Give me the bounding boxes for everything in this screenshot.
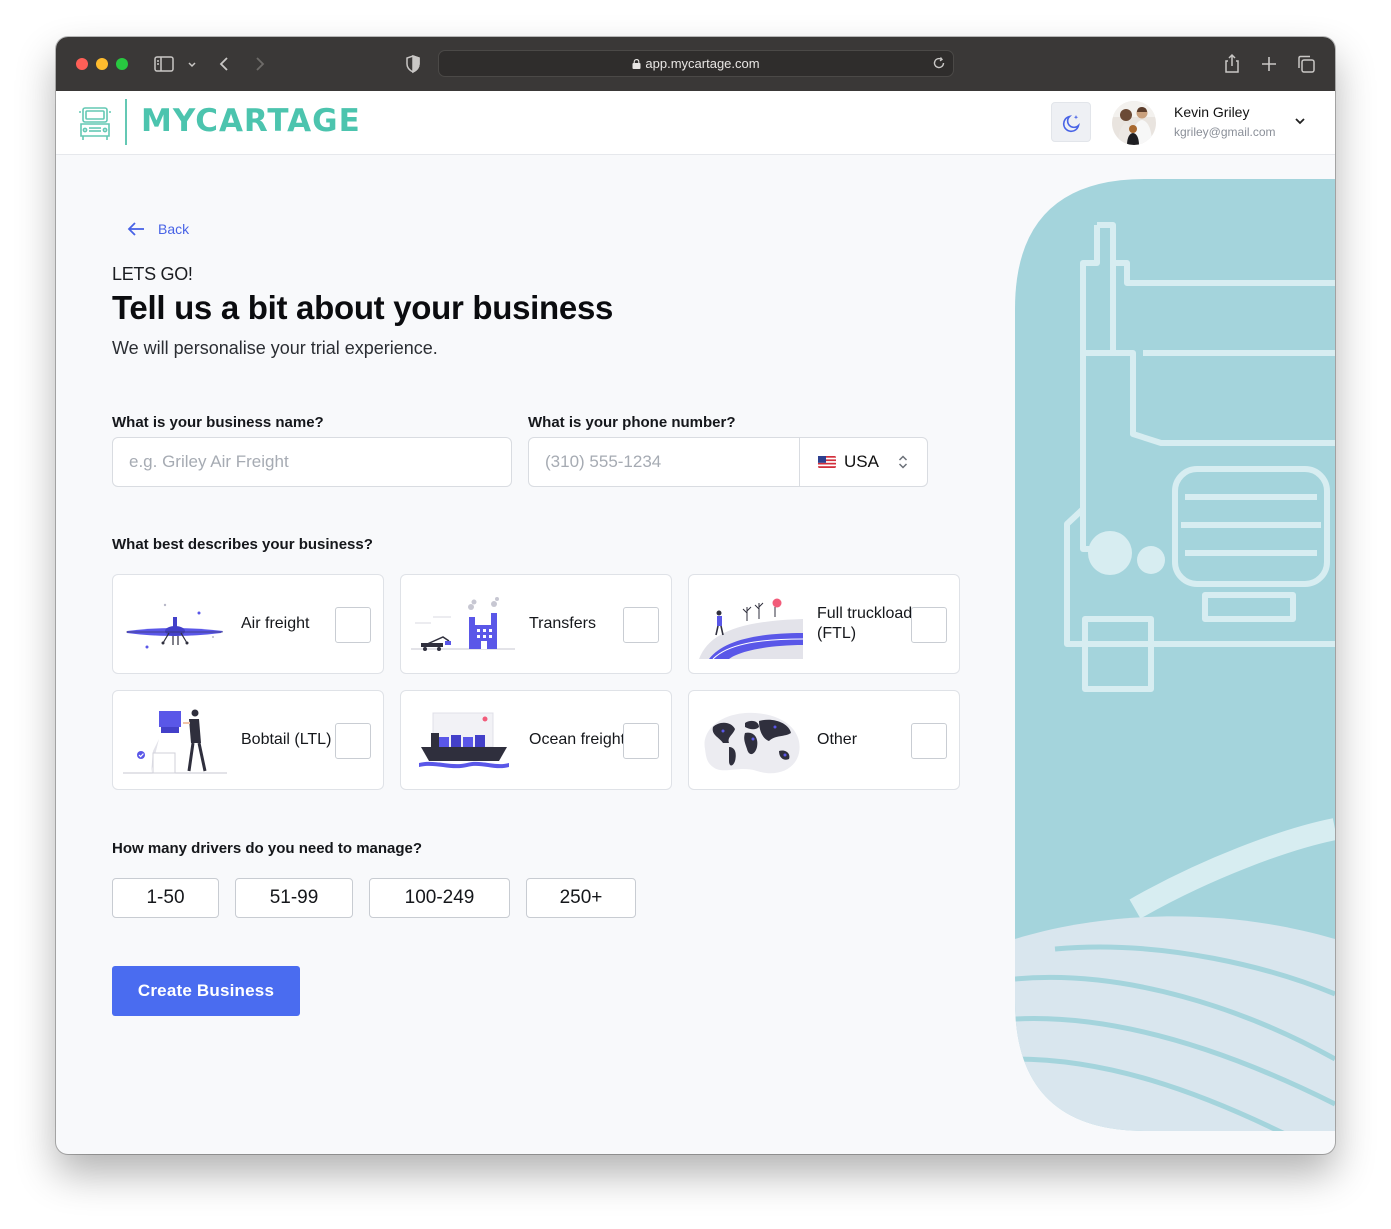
url-text: app.mycartage.com bbox=[645, 56, 760, 71]
country-value: USA bbox=[844, 452, 879, 471]
business-type-label-text: Air freight bbox=[241, 615, 310, 632]
close-window-button[interactable] bbox=[76, 58, 88, 70]
user-name: Kevin Griley bbox=[1174, 104, 1250, 120]
business-type-checkbox[interactable] bbox=[335, 723, 371, 759]
app-header: MYCARTAGE Kevin Griley kgriley@gmail.com bbox=[56, 91, 1335, 155]
logo-divider bbox=[125, 99, 127, 145]
phone-input[interactable] bbox=[529, 437, 799, 487]
driver-option-51-99[interactable]: 51-99 bbox=[235, 878, 353, 918]
page-title: Tell us a bit about your business bbox=[112, 289, 614, 326]
minimize-window-button[interactable] bbox=[96, 58, 108, 70]
business-type-card-ocean-freight[interactable]: Ocean freight bbox=[400, 690, 672, 790]
moon-icon bbox=[1062, 115, 1080, 133]
zoom-window-button[interactable] bbox=[116, 58, 128, 70]
us-flag-icon bbox=[818, 456, 836, 468]
chevron-down-icon[interactable] bbox=[180, 52, 196, 76]
tab-overview-icon[interactable] bbox=[1294, 52, 1318, 76]
truck-hero-illustration bbox=[1015, 179, 1335, 1131]
brand-logo-text[interactable]: MYCARTAGE bbox=[141, 103, 361, 139]
business-type-label-text: Other bbox=[817, 731, 858, 748]
business-type-card-bobtail[interactable]: Bobtail (LTL) bbox=[112, 690, 384, 790]
share-icon[interactable] bbox=[1220, 52, 1244, 76]
business-type-label: What best describes your business? bbox=[112, 536, 373, 553]
business-type-card-transfers[interactable]: Transfers bbox=[400, 574, 672, 674]
business-type-label-text: Transfers bbox=[529, 615, 596, 632]
chevron-down-icon[interactable] bbox=[1292, 113, 1308, 129]
delivery-person-illustration-icon bbox=[123, 709, 227, 774]
drivers-label: How many drivers do you need to manage? bbox=[112, 840, 423, 857]
road-illustration-icon bbox=[699, 598, 803, 659]
phone-label: What is your phone number? bbox=[528, 414, 736, 431]
onboarding-content: Back LETS GO! Tell us a bit about your b… bbox=[56, 155, 1335, 1154]
forward-arrow-icon[interactable] bbox=[248, 52, 272, 76]
reload-icon[interactable] bbox=[931, 55, 947, 71]
phone-field-group: USA bbox=[528, 437, 928, 487]
select-arrows-icon bbox=[898, 455, 908, 469]
truck-logo-icon bbox=[79, 107, 111, 140]
new-tab-icon[interactable] bbox=[1257, 52, 1281, 76]
business-name-input[interactable] bbox=[112, 437, 512, 487]
business-type-card-air-freight[interactable]: Air freight bbox=[112, 574, 384, 674]
country-select[interactable]: USA bbox=[799, 438, 927, 486]
driver-option-1-50[interactable]: 1-50 bbox=[112, 878, 219, 918]
business-type-checkbox[interactable] bbox=[623, 723, 659, 759]
sidebar-toggle-icon[interactable] bbox=[152, 52, 176, 76]
lock-icon bbox=[632, 59, 641, 69]
shield-icon[interactable] bbox=[401, 52, 425, 76]
business-type-checkbox[interactable] bbox=[335, 607, 371, 643]
world-map-illustration-icon bbox=[704, 712, 800, 774]
browser-window: app.mycartage.com MYCARTAGE Kevin Griley… bbox=[56, 37, 1335, 1154]
driver-option-250-plus[interactable]: 250+ bbox=[526, 878, 636, 918]
browser-toolbar: app.mycartage.com bbox=[56, 37, 1335, 91]
page-subtitle: We will personalise your trial experienc… bbox=[112, 338, 438, 358]
business-type-checkbox[interactable] bbox=[911, 607, 947, 643]
business-type-checkbox[interactable] bbox=[911, 723, 947, 759]
url-display: app.mycartage.com bbox=[439, 56, 953, 71]
business-type-label-text: Bobtail (LTL) bbox=[241, 731, 332, 748]
business-type-checkbox[interactable] bbox=[623, 607, 659, 643]
factory-illustration-icon bbox=[411, 597, 515, 651]
business-type-label-text: Ocean freight bbox=[529, 731, 626, 748]
user-email: kgriley@gmail.com bbox=[1174, 125, 1276, 139]
business-type-card-other[interactable]: Other bbox=[688, 690, 960, 790]
airplane-illustration-icon bbox=[126, 603, 223, 649]
driver-option-100-249[interactable]: 100-249 bbox=[369, 878, 510, 918]
business-type-card-full-truckload[interactable]: Full truckload (FTL) bbox=[688, 574, 960, 674]
back-arrow-icon[interactable] bbox=[212, 52, 236, 76]
back-link[interactable]: Back bbox=[126, 219, 189, 239]
cargo-ship-illustration-icon bbox=[419, 712, 509, 769]
user-avatar[interactable] bbox=[1112, 101, 1156, 145]
dark-mode-toggle-button[interactable] bbox=[1051, 102, 1091, 142]
business-type-label-text: Full truckload (FTL) bbox=[817, 605, 913, 642]
address-bar[interactable]: app.mycartage.com bbox=[438, 50, 954, 77]
arrow-left-icon bbox=[127, 222, 144, 236]
back-label: Back bbox=[158, 221, 190, 237]
business-name-label: What is your business name? bbox=[112, 414, 324, 431]
eyebrow-text: LETS GO! bbox=[112, 264, 193, 284]
create-business-button[interactable]: Create Business bbox=[112, 966, 300, 1016]
